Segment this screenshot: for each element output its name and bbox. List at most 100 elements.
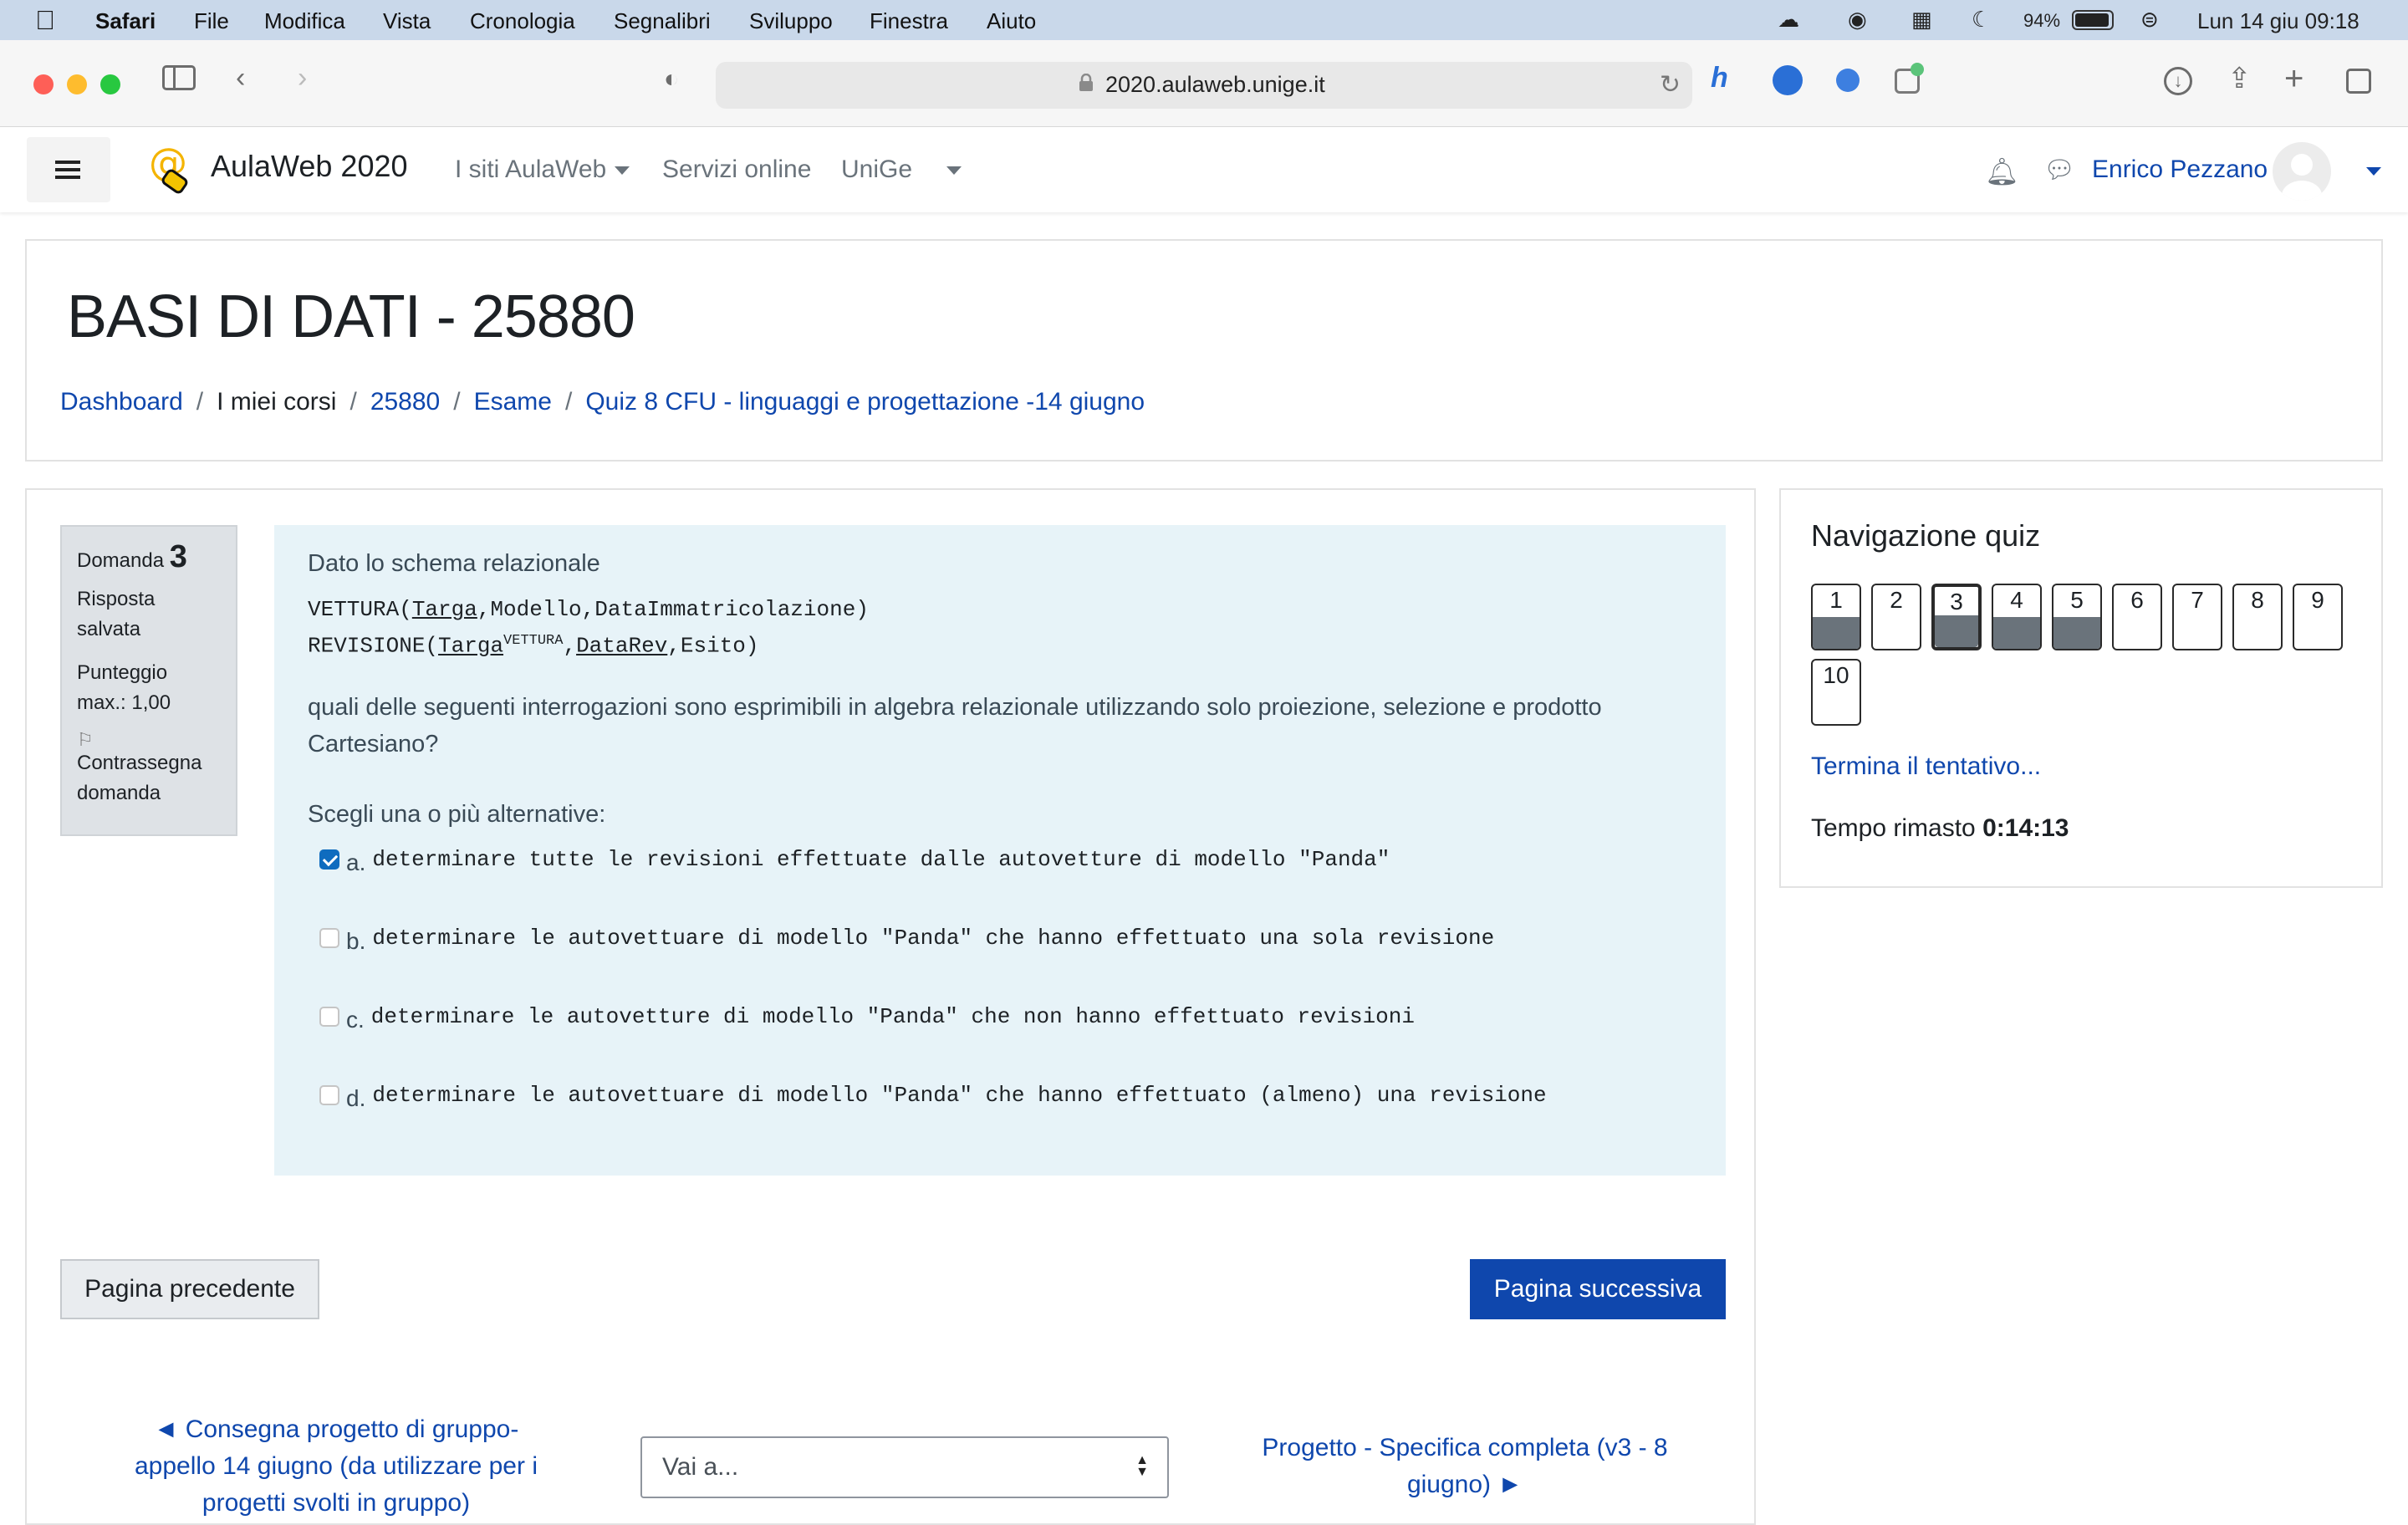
quiz-nav-question-button[interactable]: 1 <box>1811 584 1861 650</box>
schema-relation-name: REVISIONE( <box>308 633 439 659</box>
flag-question-button[interactable]: ⚐ Contrassegna domanda <box>77 731 221 808</box>
quiz-nav-question-button[interactable]: 5 <box>2052 584 2102 650</box>
adblock-hand-icon[interactable] <box>1773 65 1803 95</box>
jump-to-select[interactable]: Vai a... ▲ ▼ <box>640 1436 1169 1498</box>
nav-more-dropdown[interactable] <box>938 156 962 184</box>
battery-icon[interactable] <box>2072 10 2114 30</box>
apple-menu-icon[interactable]:  <box>35 5 55 36</box>
keyboard-icon[interactable]: ▦ <box>1911 7 1932 33</box>
question-label: Domanda <box>77 549 165 572</box>
menu-toggle-button[interactable] <box>27 137 110 202</box>
quiz-nav-question-button[interactable]: 10 <box>1811 659 1861 726</box>
extension-status-icon[interactable]: ◉ <box>1848 7 1867 33</box>
question-intro: Dato lo schema relazionale <box>308 550 600 577</box>
breadcrumb-course[interactable]: 25880 <box>370 388 440 416</box>
user-menu-dropdown[interactable] <box>2366 164 2381 179</box>
user-name[interactable]: Enrico Pezzano <box>2092 156 2268 184</box>
page-title: BASI DI DATI - 25880 <box>67 283 635 350</box>
control-center-icon[interactable]: ⊜ <box>2140 7 2159 33</box>
quiz-nav-question-button[interactable]: 8 <box>2232 584 2283 650</box>
breadcrumb-dashboard[interactable]: Dashboard <box>60 388 183 416</box>
quiz-nav-question-button[interactable]: 4 <box>1992 584 2042 650</box>
menu-app-safari[interactable]: Safari <box>95 8 156 34</box>
quiz-nav-question-number: 4 <box>2010 587 2023 613</box>
back-icon[interactable]: ‹ <box>236 62 245 94</box>
answer-option[interactable]: c. determinare le autovetture di modello… <box>319 1000 1415 1033</box>
answer-checkbox[interactable] <box>319 849 339 870</box>
forward-icon[interactable]: › <box>298 62 307 94</box>
quiz-nav-question-button[interactable]: 2 <box>1871 584 1921 650</box>
tab-overview-icon[interactable] <box>2346 69 2371 94</box>
answer-checkbox[interactable] <box>319 928 339 948</box>
focus-moon-icon[interactable]: ☾ <box>1972 7 1991 33</box>
quiz-nav-question-button[interactable]: 6 <box>2112 584 2162 650</box>
url-text: 2020.aulaweb.unige.it <box>1105 72 1325 97</box>
finish-attempt-link[interactable]: Termina il tentativo... <box>1811 752 2041 781</box>
question-info: Domanda 3 Risposta salvata Punteggio max… <box>60 525 237 836</box>
schema-key: Targa <box>438 633 504 659</box>
address-bar[interactable]: 2020.aulaweb.unige.it ↻ <box>716 62 1692 109</box>
breadcrumb-quiz[interactable]: Quiz 8 CFU - linguaggi e progettazione -… <box>585 388 1145 416</box>
schema-key: DataRev <box>576 633 668 659</box>
cloud-icon[interactable]: ☁ <box>1778 7 1799 33</box>
breadcrumb-esame[interactable]: Esame <box>474 388 552 416</box>
menu-sviluppo[interactable]: Sviluppo <box>749 8 833 34</box>
answered-indicator <box>1935 615 1978 647</box>
quiz-nav-question-button[interactable]: 7 <box>2172 584 2222 650</box>
hypothesis-extension-icon[interactable]: h <box>1711 62 1728 94</box>
answer-checkbox[interactable] <box>319 1085 339 1105</box>
next-activity-link[interactable]: Progetto - Specifica completa (v3 - 8 gi… <box>1206 1430 1724 1503</box>
site-name[interactable]: AulaWeb 2020 <box>211 149 408 184</box>
previous-page-button[interactable]: Pagina precedente <box>60 1259 319 1319</box>
schema-relation-name: VETTURA( <box>308 597 412 622</box>
menu-modifica[interactable]: Modifica <box>264 8 345 34</box>
extension-bulb-icon[interactable] <box>1836 69 1860 92</box>
chevron-down-icon <box>615 166 630 176</box>
menu-finestra[interactable]: Finestra <box>870 8 948 34</box>
answer-option[interactable]: b. determinare le autovettuare di modell… <box>319 921 1494 955</box>
timer-label: Tempo rimasto <box>1811 814 1976 842</box>
answer-option[interactable]: d. determinare le autovettuare di modell… <box>319 1079 1547 1112</box>
menu-cronologia[interactable]: Cronologia <box>470 8 575 34</box>
quiz-nav-question-button[interactable]: 9 <box>2293 584 2343 650</box>
nav-unige[interactable]: UniGe <box>841 156 912 184</box>
sidebar-toggle-icon[interactable] <box>162 65 196 90</box>
share-icon[interactable]: ⇪ <box>2227 62 2252 95</box>
quiz-nav-question-number: 1 <box>1829 587 1843 613</box>
answer-option[interactable]: a. determinare tutte le revisioni effett… <box>319 843 1390 876</box>
menubar-clock[interactable]: Lun 14 giu 09:18 <box>2197 8 2360 34</box>
aulaweb-logo-icon[interactable]: @ <box>149 140 192 197</box>
relational-schema: VETTURA(Targa,Modello,DataImmatricolazio… <box>308 594 869 662</box>
question-text-line: quali delle seguenti interrogazioni sono… <box>308 694 1602 721</box>
question-score: Punteggio max.: 1,00 <box>77 661 171 714</box>
answered-indicator <box>1813 617 1860 649</box>
window-zoom-button[interactable] <box>100 74 120 94</box>
option-letter: a. <box>346 849 366 875</box>
browser-toolbar: ‹ › ◐ 2020.aulaweb.unige.it ↻ h ↓ ⇪ + <box>0 40 2408 127</box>
chat-icon[interactable]: 💬︎ <box>2043 156 2075 185</box>
question-status: Risposta salvata <box>77 588 156 640</box>
menu-aiuto[interactable]: Aiuto <box>987 8 1036 34</box>
menu-vista[interactable]: Vista <box>383 8 431 34</box>
extension-badge-icon[interactable] <box>1895 63 1924 94</box>
jump-to-placeholder: Vai a... <box>662 1453 739 1481</box>
window-minimize-button[interactable] <box>67 74 87 94</box>
nav-servizi-online[interactable]: Servizi online <box>662 156 811 184</box>
bell-icon[interactable]: 🔔︎ <box>1985 156 2019 187</box>
downloads-icon[interactable]: ↓ <box>2164 67 2192 95</box>
answer-checkbox[interactable] <box>319 1007 339 1027</box>
privacy-shield-icon[interactable]: ◐ <box>664 65 679 94</box>
option-text: determinare le autovettuare di modello "… <box>372 1083 1547 1108</box>
nav-siti-aulaweb[interactable]: I siti AulaWeb <box>455 156 630 184</box>
previous-activity-link[interactable]: ◄ Consegna progetto di gruppo- appello 1… <box>94 1411 579 1522</box>
menu-segnalibri[interactable]: Segnalibri <box>614 8 711 34</box>
menu-file[interactable]: File <box>194 8 229 34</box>
next-page-button[interactable]: Pagina successiva <box>1470 1259 1726 1319</box>
quiz-nav-question-button[interactable]: 3 <box>1931 584 1982 650</box>
question-text-line: Cartesiano? <box>308 731 439 757</box>
quiz-nav-question-number: 5 <box>2070 587 2084 613</box>
avatar[interactable] <box>2273 142 2331 201</box>
window-close-button[interactable] <box>33 74 54 94</box>
new-tab-icon[interactable]: + <box>2284 60 2303 98</box>
reload-icon[interactable]: ↻ <box>1660 70 1681 99</box>
